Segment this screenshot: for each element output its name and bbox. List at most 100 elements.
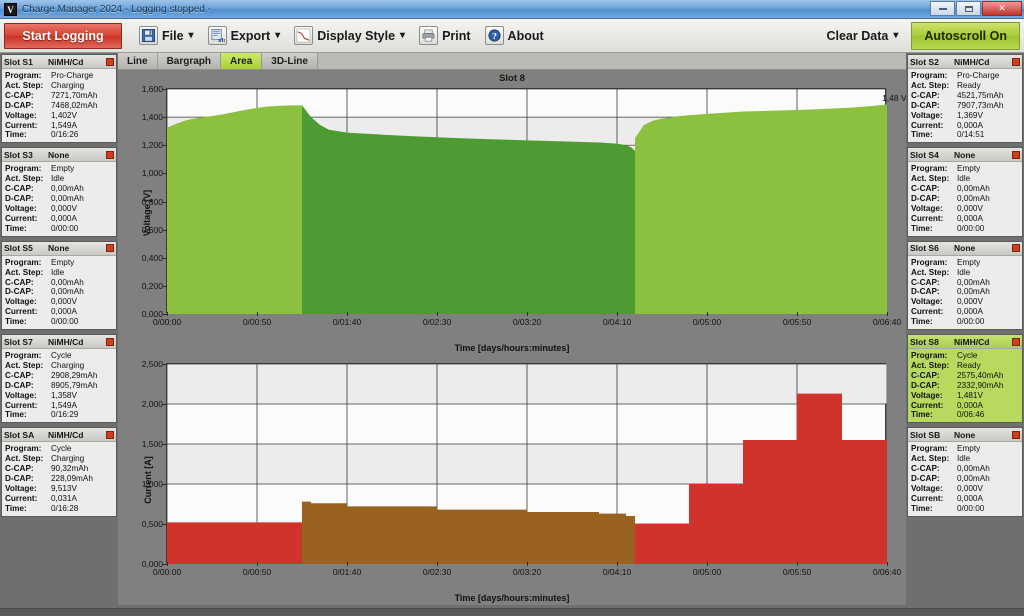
export-menu-button[interactable]: xls Export ▾	[201, 22, 288, 50]
slot-status-led-icon[interactable]	[106, 151, 114, 159]
y-tick-label: 1,000	[142, 479, 163, 489]
slot-field-dcap: D-CAP:7907,73mAh	[911, 101, 1019, 111]
slot-field-label: D-CAP:	[5, 287, 51, 297]
slot-field-label: Act. Step:	[5, 268, 51, 278]
slot-status-led-icon[interactable]	[1012, 151, 1020, 159]
tab-label: Area	[230, 56, 252, 67]
slot-field-step: Act. Step:Charging	[5, 361, 113, 371]
slot-body: Program:EmptyAct. Step:IdleC-CAP:0,00mAh…	[2, 162, 116, 235]
x-tick-label: 0/02:30	[423, 317, 451, 327]
slot-panel-slot-sa[interactable]: Slot SANiMH/CdProgram:CycleAct. Step:Cha…	[1, 427, 117, 516]
tab-3d-line[interactable]: 3D-Line	[262, 53, 318, 69]
slot-field-value: Ready	[957, 81, 1019, 91]
display-style-menu-button[interactable]: Display Style ▾	[287, 22, 412, 50]
tab-line[interactable]: Line	[118, 53, 158, 69]
x-tick-mark	[527, 562, 528, 566]
slot-panel-slot-s5[interactable]: Slot S5NoneProgram:EmptyAct. Step:IdleC-…	[1, 241, 117, 330]
slot-field-value: 0,000V	[51, 204, 113, 214]
export-icon: xls	[208, 26, 227, 45]
current-chart[interactable]: Current [A]Time [days/hours:minutes]0,00…	[118, 355, 906, 605]
slot-field-value: 0,000V	[957, 297, 1019, 307]
slot-battery-type: NiMH/Cd	[954, 57, 1012, 67]
voltage-chart[interactable]: Slot 8Voltage [V]Time [days/hours:minute…	[118, 70, 906, 355]
slot-field-program: Program:Empty	[911, 444, 1019, 454]
minimize-button[interactable]	[930, 1, 955, 16]
slot-panel-slot-s7[interactable]: Slot S7NiMH/CdProgram:CycleAct. Step:Cha…	[1, 334, 117, 423]
slot-field-label: Time:	[911, 504, 957, 514]
slot-panel-slot-s8[interactable]: Slot S8NiMH/CdProgram:CycleAct. Step:Rea…	[907, 334, 1023, 423]
y-tick-mark	[163, 404, 167, 405]
slot-panel-slot-s1[interactable]: Slot S1NiMH/CdProgram:Pro-ChargeAct. Ste…	[1, 54, 117, 143]
slot-field-dcap: D-CAP:7468,02mAh	[5, 101, 113, 111]
line-chart-icon	[294, 26, 313, 45]
slot-header: Slot S4None	[908, 148, 1022, 162]
slot-field-dcap: D-CAP:0,00mAh	[911, 474, 1019, 484]
series-area	[302, 502, 635, 564]
slot-field-step: Act. Step:Ready	[911, 81, 1019, 91]
slot-field-voltage: Voltage:0,000V	[911, 204, 1019, 214]
slot-status-led-icon[interactable]	[1012, 58, 1020, 66]
slot-status-led-icon[interactable]	[106, 338, 114, 346]
clear-data-menu-button[interactable]: Clear Data ▾	[819, 22, 905, 50]
slot-field-program: Program:Pro-Charge	[5, 71, 113, 81]
file-menu-button[interactable]: File ▾	[132, 22, 201, 50]
slot-field-value: 2575,40mAh	[957, 371, 1019, 381]
slot-field-current: Current:0,000A	[5, 214, 113, 224]
export-label: Export	[231, 29, 271, 43]
slot-field-ccap: C-CAP:0,00mAh	[5, 184, 113, 194]
autoscroll-toggle-button[interactable]: Autoscroll On	[911, 22, 1020, 50]
slot-field-value: 0,000A	[957, 214, 1019, 224]
tab-bargraph[interactable]: Bargraph	[158, 53, 221, 69]
slot-field-ccap: C-CAP:0,00mAh	[911, 184, 1019, 194]
x-tick-label: 0/00:50	[243, 317, 271, 327]
svg-text:?: ?	[492, 32, 497, 41]
slot-status-led-icon[interactable]	[106, 431, 114, 439]
print-button[interactable]: Print	[412, 22, 477, 50]
x-tick-label: 0/03:20	[513, 567, 541, 577]
slot-field-time: Time:0/14:51	[911, 130, 1019, 140]
slot-field-voltage: Voltage:1,481V	[911, 391, 1019, 401]
slot-panel-slot-s4[interactable]: Slot S4NoneProgram:EmptyAct. Step:IdleC-…	[907, 147, 1023, 236]
slot-panel-slot-s3[interactable]: Slot S3NoneProgram:EmptyAct. Step:IdleC-…	[1, 147, 117, 236]
about-button[interactable]: ? About	[478, 22, 551, 50]
slot-field-value: 90,32mAh	[51, 464, 113, 474]
slot-status-led-icon[interactable]	[1012, 244, 1020, 252]
slot-field-value: Empty	[957, 258, 1019, 268]
x-tick-mark	[617, 562, 618, 566]
y-tick-mark	[163, 89, 167, 90]
slot-field-step: Act. Step:Idle	[5, 268, 113, 278]
close-button[interactable]: ✕	[982, 1, 1022, 16]
slot-field-value: 0/00:00	[957, 504, 1019, 514]
x-tick-mark	[527, 312, 528, 316]
x-tick-label: 0/05:00	[693, 317, 721, 327]
slot-field-step: Act. Step:Ready	[911, 361, 1019, 371]
slot-status-led-icon[interactable]	[106, 58, 114, 66]
plot-region[interactable]: 0,0000,2000,4000,6000,8001,0001,2001,400…	[166, 88, 886, 313]
maximize-button[interactable]	[956, 1, 981, 16]
slot-status-led-icon[interactable]	[1012, 338, 1020, 346]
slot-status-led-icon[interactable]	[106, 244, 114, 252]
slot-field-current: Current:0,000A	[911, 401, 1019, 411]
start-logging-button[interactable]: Start Logging	[4, 23, 122, 49]
slot-field-value: 228,09mAh	[51, 474, 113, 484]
slot-field-label: Current:	[911, 494, 957, 504]
slot-field-label: Time:	[911, 410, 957, 420]
slot-status-led-icon[interactable]	[1012, 431, 1020, 439]
slot-field-label: Voltage:	[911, 204, 957, 214]
slot-field-label: Program:	[911, 444, 957, 454]
tab-label: Bargraph	[167, 56, 211, 67]
slot-panel-slot-s2[interactable]: Slot S2NiMH/CdProgram:Pro-ChargeAct. Ste…	[907, 54, 1023, 143]
x-tick-mark	[707, 312, 708, 316]
app-logo-icon: V	[4, 3, 17, 16]
y-tick-label: 1,500	[142, 439, 163, 449]
tab-area[interactable]: Area	[221, 53, 262, 69]
slot-panel-slot-s6[interactable]: Slot S6NoneProgram:EmptyAct. Step:IdleC-…	[907, 241, 1023, 330]
slot-field-ccap: C-CAP:4521,75mAh	[911, 91, 1019, 101]
x-tick-label: 0/03:20	[513, 317, 541, 327]
chevron-down-icon: ▾	[275, 30, 280, 41]
x-tick-label: 0/00:50	[243, 567, 271, 577]
plot-region[interactable]: 0,0000,5001,0001,5002,0002,5000/00:000/0…	[166, 363, 886, 563]
slot-panel-slot-sb[interactable]: Slot SBNoneProgram:EmptyAct. Step:IdleC-…	[907, 427, 1023, 516]
tab-label: 3D-Line	[271, 56, 308, 67]
slot-field-value: 0/16:28	[51, 504, 113, 514]
